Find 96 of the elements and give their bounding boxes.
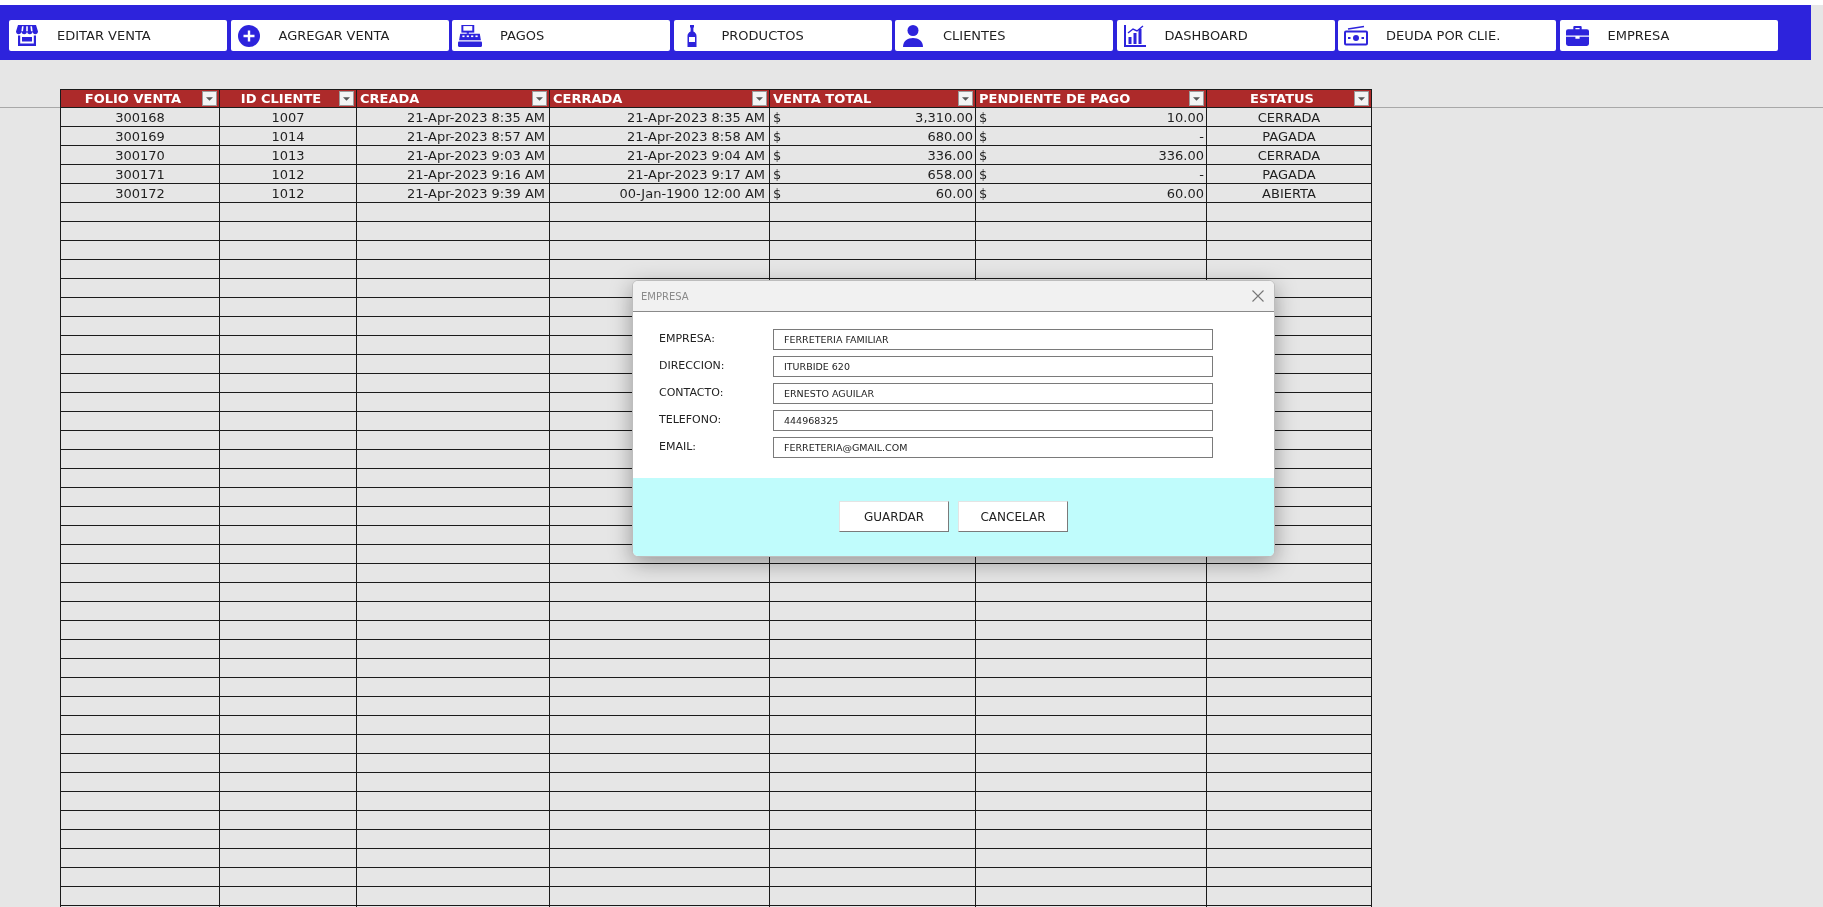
toolbar-button[interactable]: PAGOS [452, 20, 670, 51]
filter-button[interactable] [1189, 91, 1204, 106]
folio-number: 300168 [60, 107, 220, 127]
banknote-icon [1344, 25, 1368, 46]
toolbar-button[interactable]: DASHBOARD [1116, 20, 1335, 51]
filter-button[interactable] [752, 91, 767, 106]
total-amount: 680.00 [927, 127, 973, 145]
status-text: PAGADA [1206, 126, 1372, 146]
created-date: 21-Apr-2023 9:03 AM [356, 145, 550, 165]
toolbar-button[interactable]: PRODUCTOS [673, 20, 892, 51]
currency-symbol: $ [773, 127, 782, 145]
currency-symbol: $ [979, 146, 988, 164]
text-field[interactable]: ITURBIDE 620 [773, 356, 1213, 377]
caret-icon [1358, 96, 1365, 101]
save-button[interactable]: GUARDAR [839, 501, 949, 532]
folio-number: 300172 [60, 183, 220, 203]
cash-register-icon [458, 24, 482, 47]
filter-button[interactable] [1354, 91, 1369, 106]
field-label: EMAIL: [659, 439, 698, 456]
field-label: EMPRESA: [659, 331, 716, 348]
total-amount: 658.00 [927, 165, 973, 183]
toolbar-button[interactable]: EDITAR VENTA [9, 20, 227, 51]
cancel-button[interactable]: CANCELAR [958, 501, 1068, 532]
currency-symbol: $ [773, 165, 782, 183]
briefcase-icon [1566, 25, 1589, 46]
toolbar-button[interactable]: DEUDA POR CLIE. [1338, 20, 1556, 51]
status-text: PAGADA [1206, 164, 1372, 184]
currency-symbol: $ [979, 127, 988, 145]
pending-amount: 60.00 [1166, 184, 1204, 202]
currency-symbol: $ [773, 184, 782, 202]
client-id: 1014 [219, 126, 357, 146]
bottle-icon [686, 24, 697, 47]
column-header: ID CLIENTE [239, 90, 323, 107]
column-header: CERRADA [553, 90, 624, 107]
folio-number: 300169 [60, 126, 220, 146]
text-field[interactable]: 444968325 [773, 410, 1213, 431]
created-date: 21-Apr-2023 9:16 AM [356, 164, 550, 184]
filter-button[interactable] [532, 91, 547, 106]
close-icon[interactable] [1252, 290, 1264, 302]
text-field[interactable]: FERRETERIA@GMAIL.COM [773, 437, 1213, 458]
filter-button[interactable] [958, 91, 973, 106]
caret-icon [756, 96, 763, 101]
toolbar-button[interactable]: EMPRESA [1559, 20, 1778, 51]
closed-date: 21-Apr-2023 8:35 AM [549, 107, 770, 127]
client-id: 1013 [219, 145, 357, 165]
status-text: CERRADA [1206, 107, 1372, 127]
currency-symbol: $ [773, 146, 782, 164]
column-header: ESTATUS [1249, 90, 1315, 107]
filter-button[interactable] [202, 91, 217, 106]
column-header: PENDIENTE DE PAGO [979, 90, 1132, 107]
text-field[interactable]: ERNESTO AGUILAR [773, 383, 1213, 404]
field-label: DIRECCION: [659, 358, 726, 375]
field-label: TELEFONO: [659, 412, 723, 429]
filter-button[interactable] [339, 91, 354, 106]
currency-symbol: $ [979, 108, 988, 126]
created-date: 21-Apr-2023 9:39 AM [356, 183, 550, 203]
total-amount: 60.00 [935, 184, 973, 202]
field-label: CONTACTO: [659, 385, 725, 402]
pending-amount: 10.00 [1166, 108, 1204, 126]
closed-date: 21-Apr-2023 8:58 AM [549, 126, 770, 146]
column-header: VENTA TOTAL [773, 90, 873, 107]
total-amount: 3,310.00 [915, 108, 973, 126]
plus-circle-icon [237, 24, 260, 47]
folio-number: 300171 [60, 164, 220, 184]
currency-symbol: $ [979, 184, 988, 202]
created-date: 21-Apr-2023 8:57 AM [356, 126, 550, 146]
client-id: 1012 [219, 164, 357, 184]
caret-icon [206, 96, 213, 101]
caret-icon [1193, 96, 1200, 101]
caret-icon [962, 96, 969, 101]
column-header: CREADA [360, 90, 421, 107]
caret-icon [536, 96, 543, 101]
text-field[interactable]: FERRETERIA FAMILIAR [773, 329, 1213, 350]
dialog-title: EMPRESA [641, 289, 690, 304]
closed-date: 21-Apr-2023 9:17 AM [549, 164, 770, 184]
created-date: 21-Apr-2023 8:35 AM [356, 107, 550, 127]
bar-chart-icon [1123, 24, 1146, 47]
store-icon [16, 25, 38, 46]
pending-amount: - [1199, 127, 1204, 145]
currency-symbol: $ [979, 165, 988, 183]
pending-amount: 336.00 [1158, 146, 1204, 164]
person-icon [903, 24, 923, 47]
folio-number: 300170 [60, 145, 220, 165]
toolbar-button[interactable]: CLIENTES [895, 20, 1113, 51]
currency-symbol: $ [773, 108, 782, 126]
toolbar-button[interactable]: AGREGAR VENTA [230, 20, 449, 51]
client-id: 1007 [219, 107, 357, 127]
status-text: ABIERTA [1206, 183, 1372, 203]
closed-date: 21-Apr-2023 9:04 AM [549, 145, 770, 165]
total-amount: 336.00 [927, 146, 973, 164]
client-id: 1012 [219, 183, 357, 203]
pending-amount: - [1199, 165, 1204, 183]
closed-date: 00-Jan-1900 12:00 AM [549, 183, 770, 203]
caret-icon [343, 96, 350, 101]
status-text: CERRADA [1206, 145, 1372, 165]
column-header: FOLIO VENTA [83, 90, 183, 107]
